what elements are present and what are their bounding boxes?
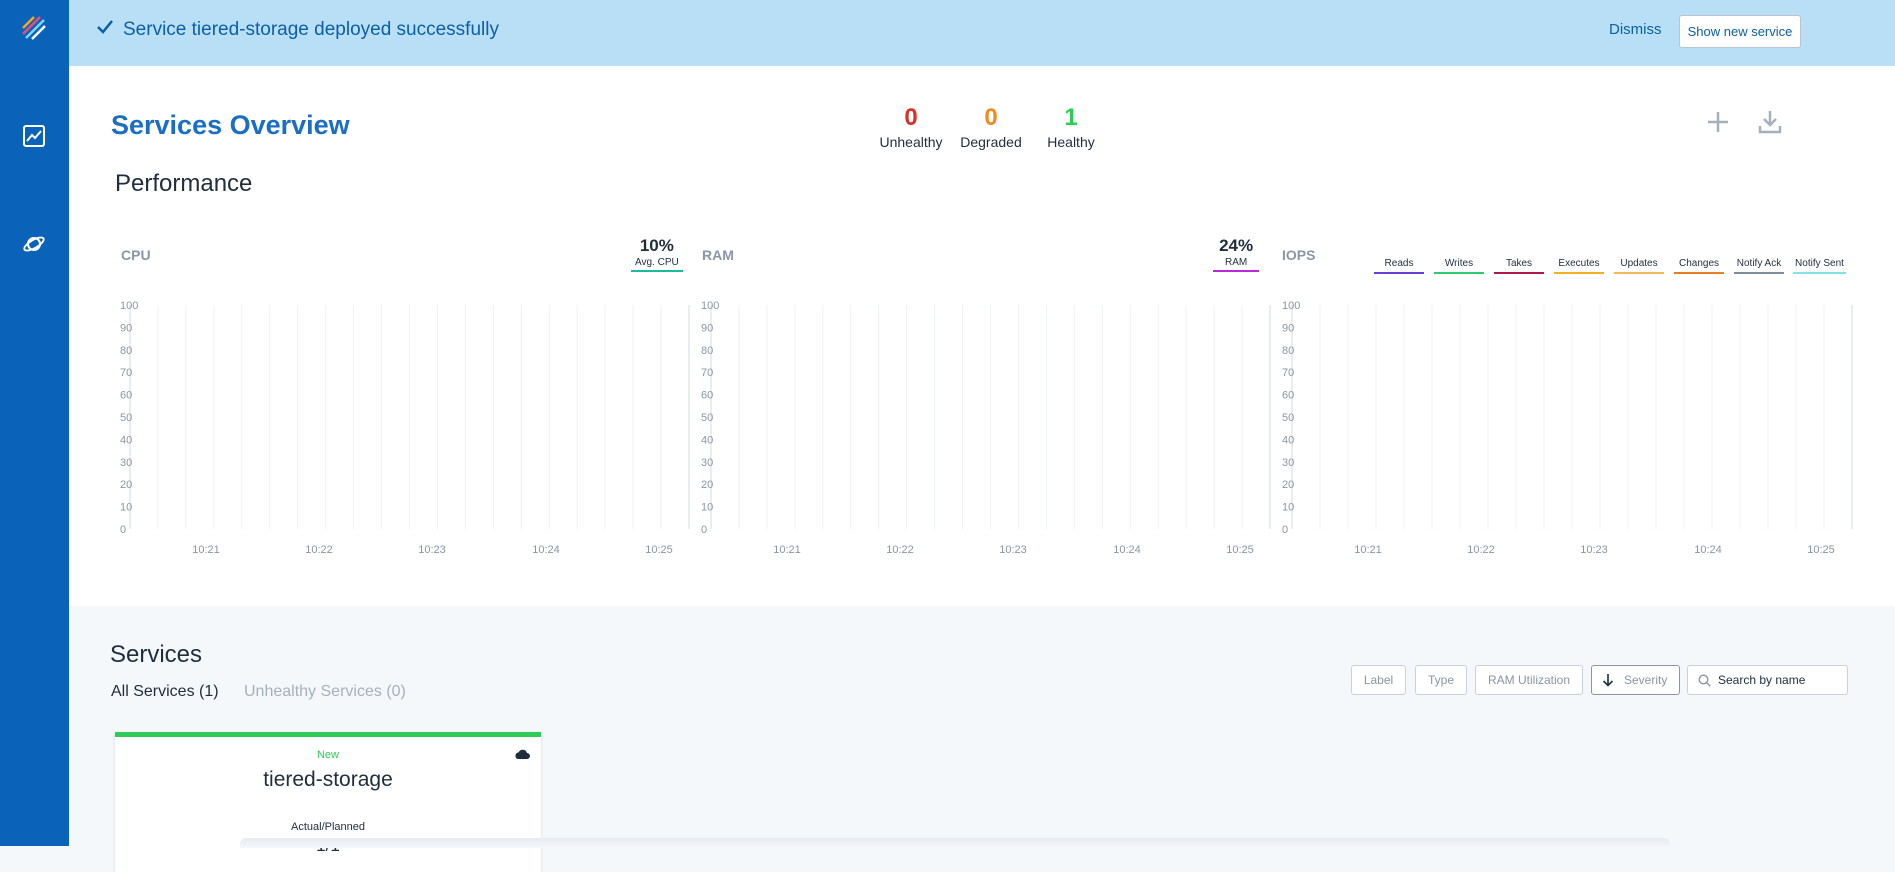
success-banner: Service tiered-storage deployed successf… <box>69 0 1895 66</box>
search-icon <box>1698 674 1711 687</box>
show-new-service-button[interactable]: Show new service <box>1679 15 1801 48</box>
cpu-x-tick-label: 10:23 <box>418 544 446 556</box>
ram-y-tick-label: 30 <box>701 457 713 469</box>
ram-y-tick-label: 20 <box>701 479 713 491</box>
search-input[interactable]: Search by name <box>1687 665 1848 695</box>
service-card[interactable]: New tiered-storage Actual/Planned 1/1 <box>115 732 541 872</box>
ram-x-tick-label: 10:25 <box>1226 544 1254 556</box>
iops-x-tick-label: 10:25 <box>1807 544 1835 556</box>
cpu-x-tick-label: 10:25 <box>645 544 673 556</box>
ram-y-tick-label: 70 <box>701 367 713 379</box>
cpu-y-tick-label: 50 <box>120 412 132 424</box>
iops-x-tick-label: 10:23 <box>1580 544 1608 556</box>
bottom-panel-edge <box>240 838 1670 848</box>
ram-y-tick-label: 40 <box>701 434 713 446</box>
ram-y-tick-label: 60 <box>701 390 713 402</box>
cpu-x-tick-label: 10:24 <box>532 544 560 556</box>
iops-y-tick-label: 30 <box>1282 457 1294 469</box>
ram-y-tick-label: 100 <box>701 300 719 312</box>
cpu-y-tick-label: 60 <box>120 390 132 402</box>
overview-panel: Services Overview 0 Unhealthy 0 Degraded… <box>69 66 1895 606</box>
ram-x-tick-label: 10:22 <box>886 544 914 556</box>
cpu-y-tick-label: 80 <box>120 345 132 357</box>
ram-y-tick-label: 80 <box>701 345 713 357</box>
ram-x-tick-label: 10:24 <box>1113 544 1141 556</box>
cpu-x-tick-label: 10:21 <box>192 544 220 556</box>
iops-y-tick-label: 100 <box>1282 300 1300 312</box>
ram-x-tick-label: 10:23 <box>999 544 1027 556</box>
check-icon <box>97 20 113 34</box>
filter-label-button[interactable]: Label <box>1351 665 1406 695</box>
cloud-icon <box>515 749 530 759</box>
iops-x-tick-label: 10:24 <box>1694 544 1722 556</box>
cpu-y-tick-label: 70 <box>120 367 132 379</box>
iops-x-tick-label: 10:21 <box>1354 544 1382 556</box>
cpu-x-tick-label: 10:22 <box>305 544 333 556</box>
arrow-down-icon <box>1602 674 1614 687</box>
cpu-y-tick-label: 40 <box>120 434 132 446</box>
services-title: Services <box>110 641 203 668</box>
iops-y-tick-label: 50 <box>1282 412 1294 424</box>
iops-y-tick-label: 40 <box>1282 434 1294 446</box>
ram-y-tick-label: 10 <box>701 502 713 514</box>
sort-severity-label: Severity <box>1624 673 1668 687</box>
iops-y-tick-label: 0 <box>1282 524 1288 536</box>
service-name: tiered-storage <box>263 768 393 791</box>
ram-x-tick-label: 10:21 <box>773 544 801 556</box>
iops-y-tick-label: 90 <box>1282 322 1294 334</box>
chart-icon[interactable] <box>22 124 46 148</box>
ram-y-tick-label: 90 <box>701 322 713 334</box>
planet-icon[interactable] <box>22 232 46 256</box>
cpu-y-tick-label: 100 <box>120 300 138 312</box>
performance-charts: 010203040506070809010010:21 10:22 10:23 10:… <box>120 300 1853 556</box>
filter-type-button[interactable]: Type <box>1415 665 1467 695</box>
search-placeholder: Search by name <box>1718 673 1806 687</box>
iops-y-tick-label: 20 <box>1282 479 1294 491</box>
iops-y-tick-label: 60 <box>1282 390 1294 402</box>
tab-unhealthy-services[interactable]: Unhealthy Services (0) <box>244 683 406 701</box>
cpu-y-tick-label: 30 <box>120 457 132 469</box>
tab-all-services[interactable]: All Services (1) <box>111 683 219 701</box>
cpu-y-tick-label: 90 <box>120 322 132 334</box>
dismiss-button[interactable]: Dismiss <box>1609 21 1662 38</box>
ram-y-tick-label: 0 <box>701 524 707 536</box>
iops-x-tick-label: 10:22 <box>1467 544 1495 556</box>
filter-ram-button[interactable]: RAM Utilization <box>1475 665 1583 695</box>
cpu-y-tick-label: 10 <box>120 502 132 514</box>
cpu-y-tick-label: 0 <box>120 524 126 536</box>
iops-y-tick-label: 70 <box>1282 367 1294 379</box>
actual-planned-label: Actual/Planned <box>291 821 365 833</box>
cpu-y-tick-label: 20 <box>120 479 132 491</box>
ram-y-tick-label: 50 <box>701 412 713 424</box>
iops-y-tick-label: 80 <box>1282 345 1294 357</box>
banner-message: Service tiered-storage deployed successf… <box>123 19 499 40</box>
sidebar <box>0 0 69 846</box>
app-logo-icon[interactable] <box>20 14 48 42</box>
service-status: New <box>316 749 339 761</box>
iops-y-tick-label: 10 <box>1282 502 1294 514</box>
sort-severity-button[interactable]: Severity <box>1591 665 1680 695</box>
